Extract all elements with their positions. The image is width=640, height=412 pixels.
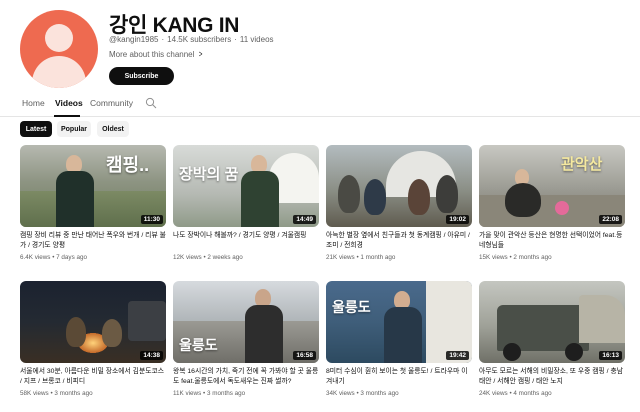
video-meta: 21K views • 1 month ago — [326, 254, 396, 261]
subscriber-count: 14.5K subscribers — [167, 35, 232, 44]
thumb-person-body — [241, 171, 279, 227]
video-meta: 24K views • 4 months ago — [479, 390, 552, 397]
upload-age: 7 days ago — [56, 254, 87, 261]
video-thumbnail[interactable]: 관악산 22:08 — [479, 145, 625, 227]
avatar-head-shape — [45, 24, 73, 52]
video-meta: 15K views • 2 months ago — [479, 254, 552, 261]
thumb-person — [408, 179, 430, 215]
thumb-awning — [579, 295, 625, 343]
video-meta: 12K views • 2 weeks ago — [173, 254, 243, 261]
video-duration: 19:02 — [446, 215, 469, 224]
video-thumbnail[interactable]: 장박의 꿈 14:49 — [173, 145, 319, 227]
video-duration: 22:08 — [599, 215, 622, 224]
view-count: 11K views — [173, 390, 202, 397]
thumb-car — [128, 301, 166, 341]
video-title[interactable]: 8미터 수심이 훤히 보이는 첫 울릉도! / 트라우마 이겨내기 — [326, 367, 472, 386]
video-count: 11 videos — [239, 35, 274, 44]
view-count: 24K views — [479, 390, 508, 397]
upload-age: 3 months ago — [206, 390, 246, 397]
video-thumbnail[interactable]: 16:13 — [479, 281, 625, 363]
subscribe-button[interactable]: Subscribe — [109, 67, 174, 85]
upload-age: 3 months ago — [54, 390, 93, 397]
thumb-wheel — [565, 343, 583, 361]
channel-meta: @kangin1985 · 14.5K subscribers · 11 videos — [109, 35, 274, 44]
view-count: 15K views — [479, 254, 508, 261]
video-title[interactable]: 아무도 모르는 서해의 비밀장소, 또 우중 캠핑 / 충남 태안 / 서해안 … — [479, 367, 625, 386]
upload-age: 4 months ago — [513, 390, 552, 397]
view-count: 21K views — [326, 254, 355, 261]
search-icon[interactable] — [145, 97, 157, 109]
thumb-person — [66, 317, 86, 347]
thumb-person — [102, 319, 122, 347]
thumb-person — [436, 175, 458, 213]
thumb-person-body — [56, 171, 94, 227]
channel-avatar[interactable] — [20, 10, 98, 88]
video-meta: 34K views • 3 months ago — [326, 390, 399, 397]
view-count: 58K views — [20, 390, 49, 397]
view-count: 34K views — [326, 390, 355, 397]
thumb-overlay-text: 관악산 — [561, 156, 603, 173]
chip-latest[interactable]: Latest — [20, 121, 52, 137]
thumb-overlay-text: 울릉도 — [332, 299, 371, 315]
view-count: 6.4K views — [20, 254, 51, 261]
video-thumbnail[interactable]: 울릉도 16:58 — [173, 281, 319, 363]
thumb-person-body — [384, 307, 422, 363]
thumb-person — [364, 179, 386, 215]
chip-oldest[interactable]: Oldest — [97, 121, 129, 137]
thumb-person-body — [505, 183, 541, 217]
video-thumbnail[interactable]: 19:02 — [326, 145, 472, 227]
active-tab-indicator — [54, 115, 80, 117]
video-duration: 14:49 — [293, 215, 316, 224]
video-title[interactable]: 아늑한 별장 옆에서 친구들과 첫 동계캠핑 / 아유미 / 조미 / 전희경 — [326, 231, 472, 250]
channel-header: 강인 KANG IN @kangin1985 · 14.5K subscribers… — [20, 8, 620, 88]
upload-age: 2 weeks ago — [207, 254, 243, 261]
tab-videos[interactable]: Videos — [55, 98, 83, 108]
about-channel-label: More about this channel — [109, 49, 195, 59]
upload-age: 3 months ago — [360, 390, 399, 397]
video-title[interactable]: 서울에서 30분, 아름다운 비밀 장소에서 김분도코스 / 지프 / 브롱코 … — [20, 367, 166, 386]
video-title[interactable]: 나도 장박이나 해볼까? / 경기도 양평 / 겨울캠핑 — [173, 231, 319, 241]
video-duration: 19:42 — [446, 351, 469, 360]
thumb-overlay-text: 장박의 꿈 — [179, 166, 239, 183]
video-title[interactable]: 캠핑 장비 리뷰 중 만난 태어난 폭우와 번개 / 리뷰 불가 / 경기도 양… — [20, 231, 166, 250]
thumb-overlay-text: 울릉도 — [179, 337, 218, 353]
about-channel-link[interactable]: More about this channel > — [109, 49, 204, 59]
upload-age: 1 month ago — [360, 254, 396, 261]
video-title[interactable]: 왕복 16시간의 가치, 죽기 전에 꼭 가봐야 할 곳 울릉도 feat.울릉… — [173, 367, 319, 386]
view-count: 12K views — [173, 254, 202, 261]
channel-tabs: Home Videos Community — [0, 93, 640, 117]
tab-community[interactable]: Community — [90, 98, 133, 108]
video-duration: 14:38 — [140, 351, 163, 360]
video-duration: 11:30 — [140, 215, 163, 224]
video-meta: 6.4K views • 7 days ago — [20, 254, 87, 261]
thumb-wheel — [503, 343, 521, 361]
tab-home[interactable]: Home — [22, 98, 45, 108]
video-thumbnail[interactable]: 캠핑.. 11:30 — [20, 145, 166, 227]
video-title[interactable]: 가을 맞이 관악산 등산은 현명한 선택이었어 feat.등네형님들 — [479, 231, 625, 250]
video-duration: 16:58 — [293, 351, 316, 360]
video-meta: 11K views • 3 months ago — [173, 390, 246, 397]
video-thumbnail[interactable]: 14:38 — [20, 281, 166, 363]
video-thumbnail[interactable]: 울릉도 19:42 — [326, 281, 472, 363]
thumb-person — [338, 175, 360, 213]
chevron-right-icon: > — [199, 49, 203, 59]
video-meta: 58K views • 3 months ago — [20, 390, 93, 397]
chip-popular[interactable]: Popular — [57, 121, 91, 137]
channel-handle: @kangin1985 — [109, 35, 159, 44]
avatar-body-shape — [32, 56, 86, 88]
video-duration: 16:13 — [599, 351, 622, 360]
thumb-person-body — [245, 305, 283, 363]
thumb-balloon — [555, 201, 569, 215]
upload-age: 2 months ago — [513, 254, 552, 261]
thumb-overlay-text: 캠핑.. — [106, 155, 150, 175]
